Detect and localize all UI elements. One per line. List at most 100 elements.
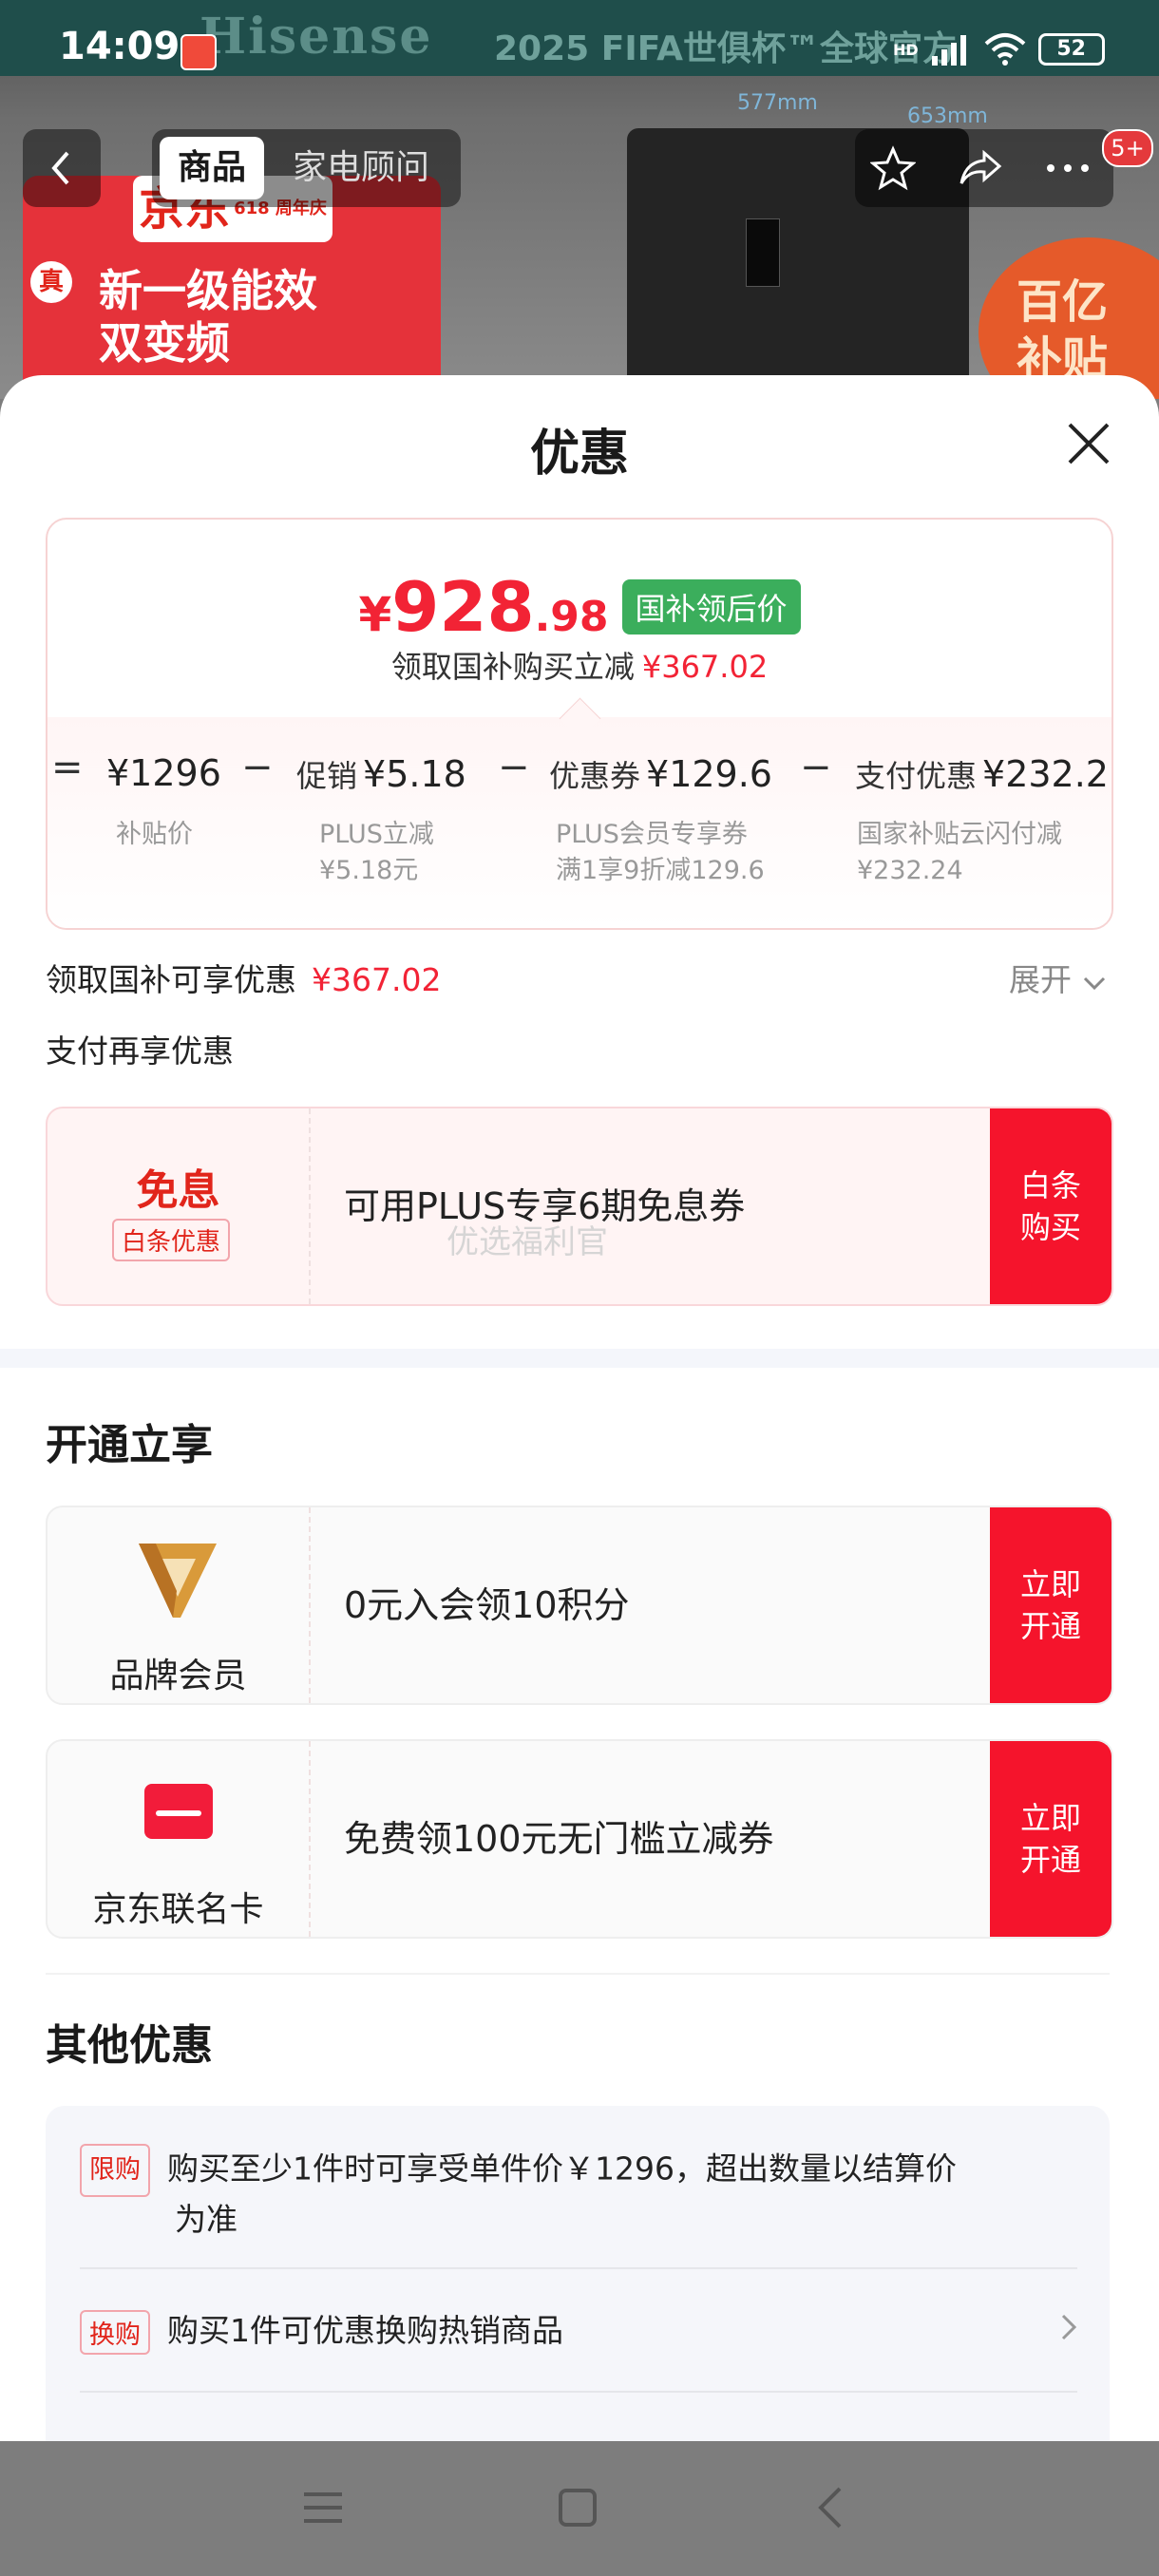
more-icon xyxy=(1047,164,1089,172)
breakdown-item: 促销 ¥5.18 xyxy=(296,752,466,796)
claim-label: 领取国补可享优惠 xyxy=(46,961,296,998)
exchange-offer-row[interactable]: 换购 购买1件可优惠换购热销商品 xyxy=(80,2305,1077,2355)
breakdown-operator: − xyxy=(498,746,530,789)
breakdown-desc: PLUS立减 xyxy=(319,820,434,849)
chevron-right-icon xyxy=(1061,2314,1077,2340)
dimension-width: 577mm xyxy=(737,91,818,115)
share-icon xyxy=(960,149,1002,184)
jd-card-coupon: 京东联名卡 免费领100元无门槛立减券 立即 开通 xyxy=(46,1739,1113,1939)
breakdown-label: 支付优惠 xyxy=(855,758,978,794)
breakdown-desc: 满1享9折减129.6 xyxy=(556,856,765,885)
back-button[interactable] xyxy=(23,129,101,207)
expand-label: 展开 xyxy=(1009,961,1072,998)
price-tag: 国补领后价 xyxy=(621,579,801,635)
breakdown-desc: 国家补贴云闪付减 xyxy=(857,820,1062,849)
limit-offer-row: 限购 购买至少1件时可享受单件价￥1296，超出数量以结算价 为准 xyxy=(80,2144,1030,2243)
breakdown-value: ¥232.2 xyxy=(982,753,1109,795)
share-button[interactable] xyxy=(942,129,1018,207)
close-button[interactable] xyxy=(1058,413,1119,474)
baitiao-buy-button[interactable]: 白条 购买 xyxy=(990,1108,1112,1304)
other-offers: 限购 购买至少1件时可享受单件价￥1296，超出数量以结算价 为准 换购 购买1件可… xyxy=(46,2106,1110,2441)
final-price: ¥928.98 国补领后价 xyxy=(48,567,1112,647)
exchange-tag: 换购 xyxy=(80,2310,150,2355)
breakdown-label: 优惠券 xyxy=(549,758,641,794)
breakdown-item: ¥1296 xyxy=(106,752,221,794)
breakdown-desc: ¥232.24 xyxy=(857,856,963,885)
brand-name: Hisense xyxy=(200,8,433,66)
claim-amount: ¥367.02 xyxy=(312,961,442,998)
breakdown-value: ¥1296 xyxy=(106,752,221,794)
price-card: ¥928.98 国补领后价 领取国补购买立减 ¥367.02 = ¥1296 补贴价… xyxy=(46,518,1113,930)
home-button[interactable] xyxy=(549,2479,606,2536)
promo-line-2: 双变频 xyxy=(99,317,230,369)
campaign-text: 2025 FIFA世俱杯™全球官方 xyxy=(494,29,958,68)
coupon-left: 品牌会员 xyxy=(48,1507,311,1703)
favorite-button[interactable] xyxy=(855,129,931,207)
price-subtitle: 领取国补购买立减 ¥367.02 xyxy=(390,649,769,685)
discount-sheet: 优惠 ¥928.98 国补领后价 领取国补购买立减 ¥367.02 = ¥1296 … xyxy=(0,375,1159,2441)
brand-member-label: 品牌会员 xyxy=(109,1657,247,1695)
breakdown-desc: 补贴价 xyxy=(116,820,193,849)
jd-card-label: 京东联名卡 xyxy=(92,1890,264,1929)
price-sub-amount: ¥367.02 xyxy=(641,649,769,685)
breakdown-value: ¥129.6 xyxy=(646,753,772,795)
home-square-icon xyxy=(559,2489,597,2527)
wifi-icon xyxy=(984,33,1026,66)
breakdown-operator: − xyxy=(800,746,832,789)
price-integer: 928 xyxy=(391,567,535,647)
other-section-title: 其他优惠 xyxy=(46,2021,213,2070)
system-navigation-bar xyxy=(0,2441,1159,2576)
sheet-title: 优惠 xyxy=(529,426,629,483)
open-card-button[interactable]: 立即 开通 xyxy=(990,1741,1112,1937)
status-icons: HD 52 xyxy=(893,28,1105,70)
divider xyxy=(80,2391,1077,2393)
divider xyxy=(46,1973,1110,1975)
menu-button[interactable] xyxy=(294,2479,352,2536)
tab-advisor[interactable]: 家电顾问 xyxy=(293,137,429,199)
tab-product[interactable]: 商品 xyxy=(160,137,264,199)
coupon-text: 可用PLUS专享6期免息券 xyxy=(344,1185,746,1227)
battery-icon: 52 xyxy=(1037,33,1105,66)
menu-icon xyxy=(304,2492,342,2523)
open-member-button[interactable]: 立即 开通 xyxy=(990,1507,1112,1703)
expand-button[interactable]: 展开 xyxy=(1009,955,1107,1000)
app-notification-icon xyxy=(180,34,217,70)
limit-offer-text-2: 为准 xyxy=(175,2201,238,2238)
back-triangle-icon xyxy=(818,2487,842,2529)
dimension-depth: 653mm xyxy=(907,104,988,128)
system-back-button[interactable] xyxy=(804,2479,861,2536)
more-button[interactable] xyxy=(1030,129,1106,207)
price-decimal: .98 xyxy=(534,593,609,641)
interest-free-title: 免息 xyxy=(136,1166,220,1215)
divider xyxy=(80,2267,1077,2269)
interest-free-coupon: 免息 白条优惠 可用PLUS专享6期免息券 白条 购买 xyxy=(46,1107,1113,1306)
breakdown-desc: ¥5.18元 xyxy=(319,856,419,885)
status-time: 14:09 xyxy=(59,25,180,68)
product-tabs: 商品 家电顾问 xyxy=(152,129,461,207)
exchange-offer-text: 购买1件可优惠换购热销商品 xyxy=(167,2312,563,2349)
breakdown-item: 优惠券 ¥129.6 xyxy=(549,752,772,796)
pay-more-label: 支付再享优惠 xyxy=(46,1032,234,1070)
nav-actions xyxy=(855,129,1113,207)
breakdown-label: 促销 xyxy=(296,758,358,794)
breakdown-operator: = xyxy=(51,746,84,789)
breakdown-operator: − xyxy=(241,746,274,789)
coupon-left: 京东联名卡 xyxy=(48,1741,311,1937)
notification-badge: 5+ xyxy=(1102,129,1153,167)
signal-icon xyxy=(931,35,966,66)
coupon-left: 免息 白条优惠 xyxy=(48,1108,311,1304)
limit-tag: 限购 xyxy=(80,2144,150,2197)
breakdown-value: ¥5.18 xyxy=(363,753,466,795)
breakdown-desc: PLUS会员专享券 xyxy=(556,820,748,849)
credit-card-icon xyxy=(144,1784,213,1839)
baitiao-tag: 白条优惠 xyxy=(112,1219,231,1261)
coupon-text: 免费领100元无门槛立减券 xyxy=(344,1818,774,1860)
coupon-text: 0元入会领10积分 xyxy=(344,1584,630,1626)
brand-member-card: 品牌会员 0元入会领10积分 立即 开通 xyxy=(46,1506,1113,1705)
chevron-down-icon xyxy=(1083,976,1105,991)
network-label: HD xyxy=(893,40,919,59)
section-divider xyxy=(0,1349,1159,1368)
open-section-title: 开通立享 xyxy=(46,1421,213,1469)
chevron-left-icon xyxy=(51,151,69,185)
limit-offer-text: 购买至少1件时可享受单件价￥1296，超出数量以结算价 xyxy=(167,2150,957,2188)
